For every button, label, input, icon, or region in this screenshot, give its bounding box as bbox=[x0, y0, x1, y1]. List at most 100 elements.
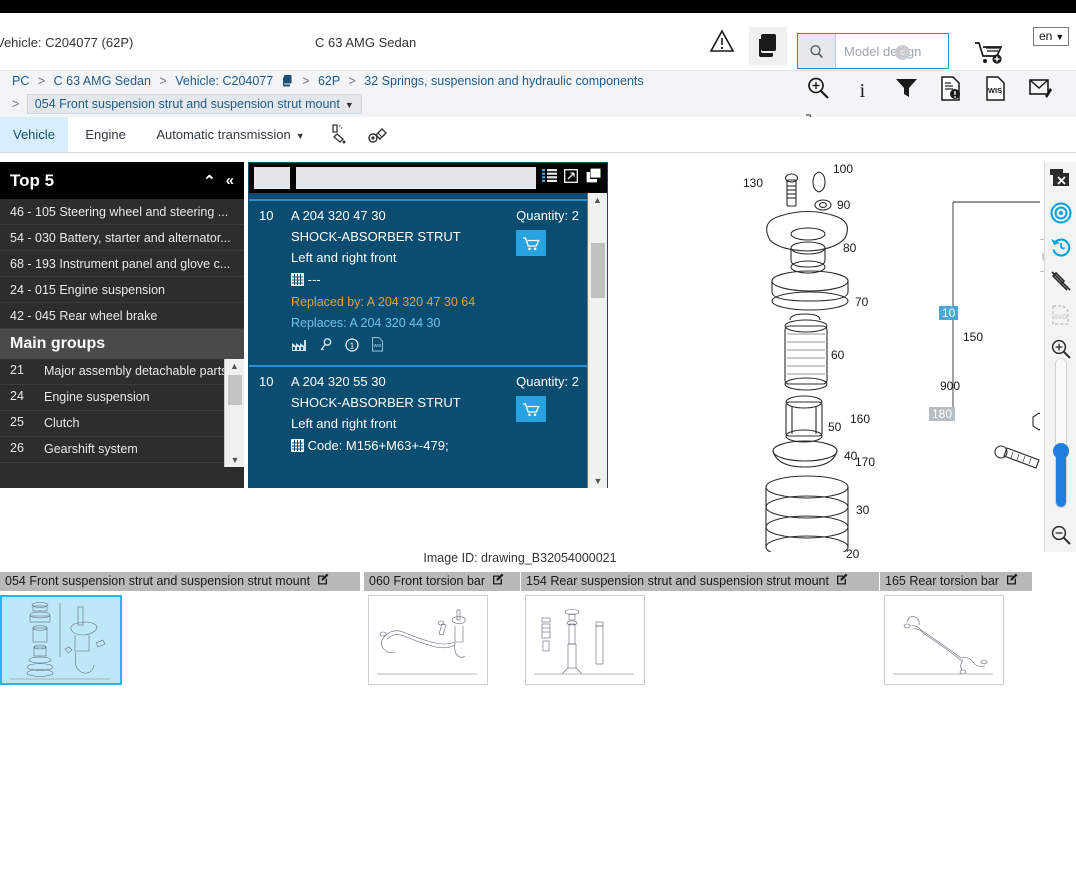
thumbnail-caption[interactable]: 165 Rear torsion bar bbox=[880, 572, 1032, 591]
copy-windows-icon[interactable] bbox=[749, 27, 788, 65]
parts-search-field[interactable] bbox=[296, 167, 536, 189]
unpin-icon[interactable] bbox=[1045, 264, 1076, 298]
drawing-callout-80[interactable]: 80 bbox=[843, 241, 856, 255]
main-group-row[interactable]: 24 Engine suspension bbox=[0, 385, 244, 411]
grid-code-icon[interactable] bbox=[291, 438, 308, 453]
thumbnail-165[interactable]: 165 Rear torsion bar bbox=[880, 572, 1032, 685]
drawing-callout-900[interactable]: 900 bbox=[940, 379, 960, 393]
double-chevron-left-icon[interactable]: « bbox=[226, 172, 234, 189]
close-window-icon[interactable] bbox=[1045, 162, 1076, 196]
chevron-up-icon[interactable]: ⌃ bbox=[203, 172, 216, 190]
drawing-callout-150[interactable]: 150 bbox=[963, 330, 983, 344]
paint-code-icon[interactable] bbox=[322, 117, 356, 152]
drawing-callout-30[interactable]: 30 bbox=[856, 503, 869, 517]
scroll-up-arrow-icon[interactable]: ▲ bbox=[225, 359, 244, 373]
drawing-callout-10[interactable]: 10 bbox=[939, 306, 959, 320]
history-reset-icon[interactable] bbox=[1045, 230, 1076, 264]
filter-funnel-icon[interactable] bbox=[887, 76, 927, 112]
zoom-slider-knob[interactable] bbox=[1053, 443, 1069, 459]
breadcrumb-item-vehicle[interactable]: Vehicle: C204077 bbox=[175, 74, 273, 88]
wis-document-icon[interactable]: WIS bbox=[976, 76, 1016, 112]
drawing-callout-100[interactable]: 100 bbox=[833, 162, 853, 176]
thumbnail-image[interactable] bbox=[0, 595, 122, 685]
parts-scrollbar[interactable]: ▲ ▼ bbox=[587, 193, 607, 488]
cart-add-icon[interactable] bbox=[973, 39, 1007, 72]
top5-item-4[interactable]: 42 - 045 Rear wheel brake bbox=[0, 303, 244, 329]
drawing-callout-160[interactable]: 160 bbox=[850, 412, 870, 426]
thumbnail-caption[interactable]: 154 Rear suspension strut and suspension… bbox=[521, 572, 879, 591]
top5-item-1[interactable]: 54 - 030 Battery, starter and alternator… bbox=[0, 225, 244, 251]
zoom-slider[interactable] bbox=[1053, 358, 1069, 508]
tab-engine[interactable]: Engine bbox=[72, 117, 138, 152]
thumbnail-060[interactable]: 060 Front torsion bar bbox=[364, 572, 520, 685]
language-selector[interactable]: en ▼ bbox=[1033, 27, 1070, 46]
main-group-row[interactable]: 21 Major assembly detachable parts bbox=[0, 359, 244, 385]
zoom-search-icon[interactable] bbox=[798, 76, 838, 112]
thumbnail-154[interactable]: 154 Rear suspension strut and suspension… bbox=[521, 572, 879, 685]
edit-icon[interactable] bbox=[1006, 572, 1019, 592]
key-icon[interactable] bbox=[319, 338, 336, 356]
drawing-callout-130[interactable]: 130 bbox=[743, 176, 763, 190]
main-group-row[interactable]: 25 Clutch bbox=[0, 411, 244, 437]
drawing-callout-70[interactable]: 70 bbox=[855, 295, 868, 309]
model-search-button[interactable] bbox=[798, 34, 836, 68]
breadcrumb-item-pc[interactable]: PC bbox=[12, 74, 29, 88]
wis-doc-icon[interactable]: WIS bbox=[371, 337, 384, 356]
scroll-up-arrow-icon[interactable]: ▲ bbox=[588, 193, 607, 207]
new-window-icon[interactable] bbox=[584, 168, 602, 188]
breadcrumb-current-dropdown[interactable]: 054 Front suspension strut and suspensio… bbox=[26, 94, 362, 114]
breadcrumb-item-group[interactable]: 32 Springs, suspension and hydraulic com… bbox=[364, 74, 643, 88]
breadcrumb-copy-icon[interactable] bbox=[281, 74, 297, 88]
fastener-icon[interactable] bbox=[361, 117, 395, 152]
tab-vehicle[interactable]: Vehicle bbox=[0, 117, 68, 152]
part-row[interactable]: 10 A 204 320 47 30 SHOCK-ABSORBER STRUT … bbox=[249, 201, 607, 365]
part-row[interactable]: 10 A 204 320 55 30 SHOCK-ABSORBER STRUT … bbox=[249, 365, 607, 461]
thumbnail-image[interactable] bbox=[368, 595, 488, 685]
breadcrumb-item-62p[interactable]: 62P bbox=[318, 74, 340, 88]
drawing-callout-50[interactable]: 50 bbox=[828, 420, 841, 434]
scroll-down-arrow-icon[interactable]: ▼ bbox=[225, 453, 244, 467]
sidebar-scrollbar[interactable]: ▲ ▼ bbox=[224, 359, 244, 467]
warning-triangle-icon[interactable] bbox=[705, 29, 739, 63]
main-group-row[interactable]: 26 Gearshift system bbox=[0, 437, 244, 463]
add-to-cart-icon[interactable] bbox=[516, 230, 547, 256]
drawing-callout-180[interactable]: 180 bbox=[929, 407, 956, 421]
technical-drawing[interactable]: 130 100 90 80 70 60 50 40 30 20 10 150 1… bbox=[615, 162, 1076, 574]
drawing-callout-90[interactable]: 90 bbox=[837, 198, 850, 212]
thumbnail-054[interactable]: 054 Front suspension strut and suspensio… bbox=[0, 572, 360, 685]
part-replaced-by[interactable]: Replaced by: A 204 320 47 30 64 bbox=[291, 295, 597, 309]
top5-item-2[interactable]: 68 - 193 Instrument panel and glove c... bbox=[0, 251, 244, 277]
grid-code-icon[interactable] bbox=[291, 272, 308, 287]
scrollbar-thumb[interactable] bbox=[591, 243, 605, 298]
thumbnail-image[interactable] bbox=[884, 595, 1004, 685]
model-search-field[interactable]: Model design bbox=[836, 34, 948, 68]
expand-view-icon[interactable] bbox=[562, 168, 580, 188]
edit-icon[interactable] bbox=[836, 572, 849, 592]
scroll-down-arrow-icon[interactable]: ▼ bbox=[588, 474, 607, 488]
document-alert-icon[interactable] bbox=[931, 76, 971, 112]
scrollbar-thumb[interactable] bbox=[228, 375, 242, 405]
edit-icon[interactable] bbox=[317, 572, 330, 592]
factory-icon[interactable] bbox=[291, 339, 311, 356]
edit-icon[interactable] bbox=[492, 572, 505, 592]
target-focus-icon[interactable] bbox=[1045, 196, 1076, 230]
top5-item-3[interactable]: 24 - 015 Engine suspension bbox=[0, 277, 244, 303]
part-replaces[interactable]: Replaces: A 204 320 44 30 bbox=[291, 316, 597, 330]
mail-edit-icon[interactable] bbox=[1020, 76, 1060, 112]
thumbnail-image[interactable] bbox=[525, 595, 645, 685]
list-view-icon[interactable] bbox=[540, 169, 558, 187]
model-design-search[interactable]: Model design c bbox=[797, 33, 949, 69]
thumbnail-caption[interactable]: 054 Front suspension strut and suspensio… bbox=[0, 572, 360, 591]
top5-item-0[interactable]: 46 - 105 Steering wheel and steering ... bbox=[0, 199, 244, 225]
drawing-svg[interactable] bbox=[615, 162, 1076, 574]
tab-automatic-transmission[interactable]: Automatic transmission ▼ bbox=[143, 117, 317, 152]
add-to-cart-icon[interactable] bbox=[516, 396, 547, 422]
drawing-callout-60[interactable]: 60 bbox=[831, 348, 844, 362]
breadcrumb-item-model[interactable]: C 63 AMG Sedan bbox=[54, 74, 151, 88]
info-icon[interactable]: i bbox=[842, 76, 882, 112]
drawing-callout-170[interactable]: 170 bbox=[855, 455, 875, 469]
thumbnail-caption[interactable]: 060 Front torsion bar bbox=[364, 572, 520, 591]
zoom-out-icon[interactable] bbox=[1045, 518, 1076, 552]
parts-filter-box[interactable] bbox=[254, 167, 290, 189]
info-circle-icon[interactable]: 1 bbox=[345, 338, 363, 356]
